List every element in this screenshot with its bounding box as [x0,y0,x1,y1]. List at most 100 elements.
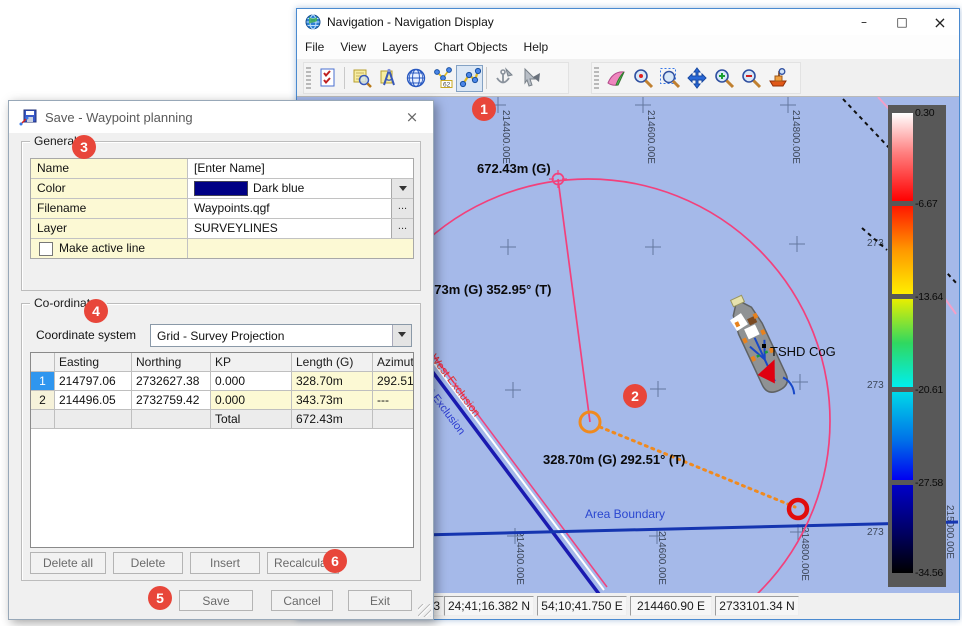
route-planning-icon[interactable] [456,65,483,92]
save-button[interactable]: Save [179,590,253,611]
menu-help[interactable]: Help [516,35,557,59]
exit-button[interactable]: Exit [348,590,412,611]
color-label: Color [31,179,188,198]
annotation-badge-3: 3 [72,135,96,159]
coordinate-system-value: Grid - Survey Projection [151,329,392,343]
cell-kp[interactable]: 0.000 [211,391,292,409]
cell-northing[interactable]: 2732759.42 [132,391,211,409]
northing-label: 273 [867,527,884,538]
table-total-row: Total 672.43m [31,410,413,429]
resize-grip[interactable] [418,604,431,617]
chevron-down-icon [398,332,406,337]
cell-azimuth[interactable]: --- [373,391,413,409]
header-corner [31,353,55,371]
coordinate-system-dropdown-button[interactable] [392,325,411,346]
filename-input[interactable]: Waypoints.qgf [188,199,391,218]
depth-colorbar: 0.30 -6.67 -13.64 -20.61 -27.58 -34.56 [888,105,946,587]
color-value: Dark blue [253,179,304,198]
menubar: File View Layers Chart Objects Help [297,35,959,60]
vessel-zoom-icon[interactable] [764,65,791,92]
zoom-window-icon[interactable] [656,65,683,92]
table-row[interactable]: 2 214496.05 2732759.42 0.000 343.73m --- [31,391,413,410]
menu-view[interactable]: View [332,35,374,59]
zoom-out-icon[interactable] [737,65,764,92]
filename-browse-button[interactable]: ... [391,199,413,218]
measure-label-top: 672.43m (G) [477,161,551,176]
cell-length[interactable]: 328.70m [292,372,373,390]
ship-cog-dot [762,344,766,348]
find-note-icon[interactable] [348,65,375,92]
chevron-down-icon [399,186,407,191]
row-header[interactable]: 1 [31,372,55,390]
zoom-in-icon[interactable] [710,65,737,92]
color-dropdown[interactable]: Dark blue [188,179,391,198]
cell-easting[interactable]: 214496.05 [55,391,132,409]
cancel-button[interactable]: Cancel [271,590,333,611]
colorbar-label: -6.67 [915,198,945,210]
menu-layers[interactable]: Layers [374,35,426,59]
colorbar-segment [892,299,913,387]
header-length[interactable]: Length (G) [292,353,373,371]
dialog-titlebar[interactable]: Save - Waypoint planning × [9,101,433,133]
dialog-close-icon[interactable]: × [401,107,423,127]
menu-chart-objects[interactable]: Chart Objects [426,35,515,59]
status-cell-latitude: 24;41;16.382 N [444,596,534,616]
maximize-button[interactable]: □ [883,9,921,35]
measure-label-bottom: 328.70m (G) 292.51° (T) [543,452,686,467]
close-button[interactable]: × [921,9,959,35]
globe-icon[interactable] [402,65,429,92]
zoom-point-icon[interactable] [629,65,656,92]
general-groupbox: General Name [Enter Name] Color Dark blu… [21,141,421,291]
easting-label: 214800.00E [790,110,801,164]
waypoint-1-marker [789,500,807,518]
cell-azimuth[interactable]: 292.51° [373,372,413,390]
waypoint-grid-icon[interactable]: 62 [429,65,456,92]
anchor-cursor-icon[interactable] [490,65,517,92]
visibility-cone-icon[interactable] [602,65,629,92]
row-header[interactable]: 2 [31,391,55,409]
cell-northing[interactable]: 2732627.38 [132,372,211,390]
easting-label: 214600.00E [645,110,656,164]
pan-icon[interactable] [683,65,710,92]
color-dropdown-button[interactable] [391,179,413,198]
header-easting[interactable]: Easting [55,353,132,371]
cell-easting[interactable]: 214797.06 [55,372,132,390]
toolbar-grip[interactable] [306,67,311,89]
save-waypoint-dialog: Save - Waypoint planning × General Name … [8,100,434,620]
annotation-badge-6: 6 [323,549,347,573]
total-corner [31,410,55,428]
name-input[interactable]: [Enter Name] [188,159,413,178]
make-active-line-option[interactable]: Make active line [31,239,188,258]
measure-icon[interactable] [375,65,402,92]
table-row[interactable]: 1 214797.06 2732627.38 0.000 328.70m 292… [31,372,413,391]
annotation-badge-5: 5 [148,586,172,610]
select-cursor-icon[interactable] [517,65,544,92]
survey-settings-icon[interactable] [314,65,341,92]
field-row-name: Name [Enter Name] [31,159,413,179]
cell-kp[interactable]: 0.000 [211,372,292,390]
layer-browse-button[interactable]: ... [391,219,413,238]
coordinate-system-dropdown[interactable]: Grid - Survey Projection [150,324,412,347]
header-kp[interactable]: KP [211,353,292,371]
annotation-badge-1: 1 [472,97,496,121]
colorbar-segment [892,392,913,480]
toolbar-grip[interactable] [594,67,599,89]
delete-all-button[interactable]: Delete all [30,552,106,574]
colorbar-label: -27.58 [915,477,945,489]
make-active-line-checkbox[interactable] [39,242,53,256]
globe-app-icon [305,14,321,30]
minimize-button[interactable]: – [845,9,883,35]
color-swatch [194,181,248,196]
status-cell-longitude: 54;10;41.750 E [537,596,627,616]
titlebar[interactable]: Navigation - Navigation Display – □ × [297,9,959,35]
header-azimuth[interactable]: Azimuth° ... [373,353,413,371]
header-northing[interactable]: Northing [132,353,211,371]
insert-button[interactable]: Insert [190,552,260,574]
layer-input[interactable]: SURVEYLINES [188,219,391,238]
annotation-badge-2: 2 [623,384,647,408]
total-easting [55,410,132,428]
menu-file[interactable]: File [297,35,332,59]
filename-label: Filename [31,199,188,218]
cell-length[interactable]: 343.73m [292,391,373,409]
delete-button[interactable]: Delete [113,552,183,574]
